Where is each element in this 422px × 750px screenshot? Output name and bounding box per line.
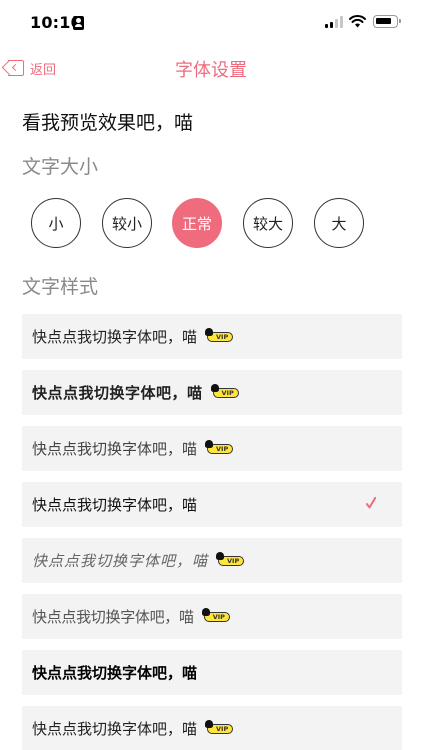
size-option-normal[interactable]: 正常 — [172, 198, 222, 248]
page-title: 字体设置 — [175, 60, 247, 81]
font-style-item[interactable]: 快点点我切换字体吧，喵 VIP — [22, 314, 402, 359]
font-style-list: 快点点我切换字体吧，喵 VIP 快点点我切换字体吧，喵 VIP 快点点我切换字体… — [22, 314, 402, 750]
size-option-larger[interactable]: 较大 — [243, 198, 293, 248]
font-sample-text: 快点点我切换字体吧，喵 — [32, 608, 194, 626]
preview-text: 看我预览效果吧，喵 — [22, 112, 194, 134]
vip-badge: VIP — [204, 439, 234, 454]
font-style-item[interactable]: 快点点我切换字体吧，喵 VIP — [22, 594, 402, 639]
vip-badge: VIP — [210, 383, 239, 398]
size-option-large[interactable]: 大 — [314, 198, 364, 248]
vip-badge: VIP — [204, 719, 234, 734]
font-sample-text: 快点点我切换字体吧，喵 — [32, 384, 203, 402]
person-icon — [73, 16, 84, 30]
wifi-icon — [349, 15, 366, 28]
font-sample-text: 快点点我切换字体吧，喵 — [32, 496, 198, 514]
font-style-item-selected[interactable]: 快点点我切换字体吧，喵 — [22, 482, 402, 527]
font-sample-text: 快点点我切换字体吧，喵 — [32, 720, 198, 738]
font-style-item[interactable]: 快点点我切换字体吧，喵 VIP — [22, 538, 402, 583]
vip-badge: VIP — [215, 551, 245, 566]
check-icon — [366, 497, 376, 509]
font-style-item[interactable]: 快点点我切换字体吧，喵 — [22, 650, 402, 695]
font-style-item[interactable]: 快点点我切换字体吧，喵 VIP — [22, 706, 402, 750]
font-sample-text: 快点点我切换字体吧，喵 — [32, 328, 198, 346]
font-sample-text: 快点点我切换字体吧，喵 — [32, 554, 209, 570]
font-sample-text: 快点点我切换字体吧，喵 — [32, 664, 198, 682]
size-option-small[interactable]: 小 — [31, 198, 81, 248]
font-style-section-title: 文字样式 — [22, 276, 99, 298]
font-size-options: 小 较小 正常 较大 大 — [31, 198, 371, 248]
vip-badge: VIP — [201, 607, 230, 622]
battery-icon — [373, 15, 401, 28]
font-style-item[interactable]: 快点点我切换字体吧，喵 VIP — [22, 370, 402, 415]
font-style-item[interactable]: 快点点我切换字体吧，喵 VIP — [22, 426, 402, 471]
cellular-signal-icon — [325, 16, 343, 28]
nav-bar: 返回 字体设置 — [0, 52, 422, 84]
vip-badge: VIP — [204, 327, 234, 342]
status-bar: 10:10 — [0, 0, 422, 44]
font-size-section-title: 文字大小 — [22, 156, 99, 178]
size-option-smaller[interactable]: 较小 — [102, 198, 152, 248]
font-sample-text: 快点点我切换字体吧，喵 — [32, 440, 198, 458]
